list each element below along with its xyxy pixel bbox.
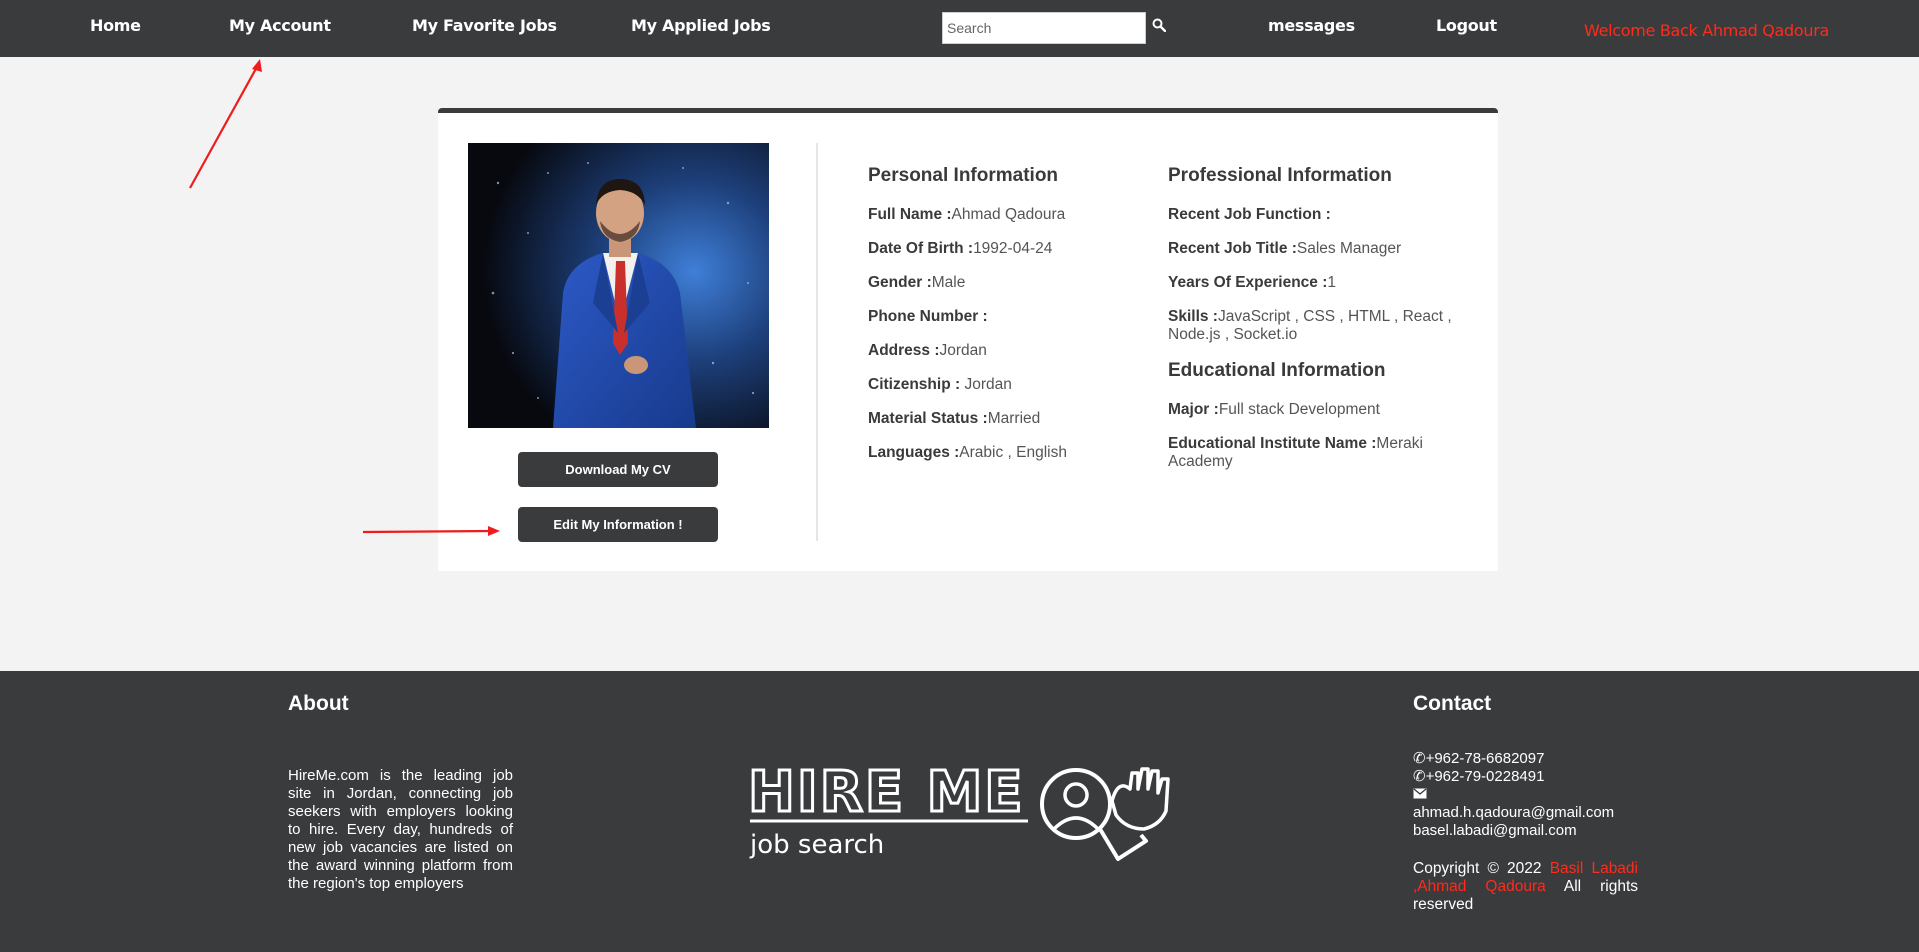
copyright-text: Copyright © 2022 Basil Labadi ,Ahmad Qad… (1413, 860, 1638, 913)
field-skills: Skills :JavaScript , CSS , HTML , React … (1168, 308, 1452, 343)
download-cv-button[interactable]: Download My CV (518, 452, 718, 487)
edit-information-button[interactable]: Edit My Information ! (518, 507, 718, 542)
hireme-logo: HIRE ME job search (746, 759, 1176, 869)
personal-info-title: Personal Information (868, 165, 1059, 186)
profile-photo (468, 143, 769, 428)
contact-title: Contact (1413, 692, 1492, 715)
contact-email-1[interactable]: ahmad.h.qadoura@gmail.com (1413, 804, 1614, 822)
field-major: Major :Full stack Development (1168, 401, 1380, 418)
field-years-of-experience: Years Of Experience :1 (1168, 274, 1337, 291)
annotation-arrow-edit (362, 526, 500, 536)
column-divider (816, 143, 818, 541)
nav-logout-link[interactable]: Logout (1436, 16, 1497, 35)
search-icon[interactable] (1152, 18, 1170, 36)
contact-phone-2: ✆+962-79-0228491 (1413, 768, 1545, 785)
about-text: HireMe.com is the leading job site in Jo… (288, 767, 513, 892)
field-address: Address :Jordan (868, 342, 987, 359)
field-citizenship: Citizenship : Jordan (868, 376, 1012, 393)
nav-messages-link[interactable]: messages (1268, 16, 1355, 35)
about-title: About (288, 692, 349, 715)
field-gender: Gender :Male (868, 274, 966, 291)
field-date-of-birth: Date Of Birth :1992-04-24 (868, 240, 1053, 257)
contact-phone-1: ✆+962-78-6682097 (1413, 750, 1545, 767)
field-recent-job-title: Recent Job Title :Sales Manager (1168, 240, 1402, 257)
field-languages: Languages :Arabic , English (868, 444, 1067, 461)
annotation-arrow-account (189, 59, 262, 189)
footer: About HireMe.com is the leading job site… (0, 671, 1919, 952)
logo-sub-text: job search (749, 830, 884, 860)
logo-main-text: HIRE ME (748, 760, 1025, 825)
search-input[interactable] (942, 12, 1146, 44)
nav-my-account-link[interactable]: My Account (229, 16, 331, 35)
phone-icon: ✆ (1413, 768, 1426, 785)
nav-applied-jobs-link[interactable]: My Applied Jobs (631, 16, 771, 35)
profile-card: Download My CV Edit My Information ! Per… (438, 108, 1498, 571)
educational-info-title: Educational Information (1168, 360, 1386, 381)
field-material-status: Material Status :Married (868, 410, 1041, 427)
field-recent-job-function: Recent Job Function : (1168, 206, 1331, 223)
top-navbar: Home My Account My Favorite Jobs My Appl… (0, 0, 1919, 57)
nav-favorite-jobs-link[interactable]: My Favorite Jobs (412, 16, 557, 35)
contact-email-2[interactable]: basel.labadi@gmail.com (1413, 822, 1577, 840)
field-educational-institute: Educational Institute Name :Meraki Acade… (1168, 435, 1423, 470)
professional-info-title: Professional Information (1168, 165, 1392, 186)
field-full-name: Full Name :Ahmad Qadoura (868, 206, 1066, 223)
nav-home-link[interactable]: Home (90, 16, 141, 35)
envelope-icon (1413, 786, 1427, 804)
welcome-message: Welcome Back Ahmad Qadoura (1584, 21, 1829, 40)
field-phone-number: Phone Number : (868, 308, 988, 325)
phone-icon: ✆ (1413, 750, 1426, 767)
